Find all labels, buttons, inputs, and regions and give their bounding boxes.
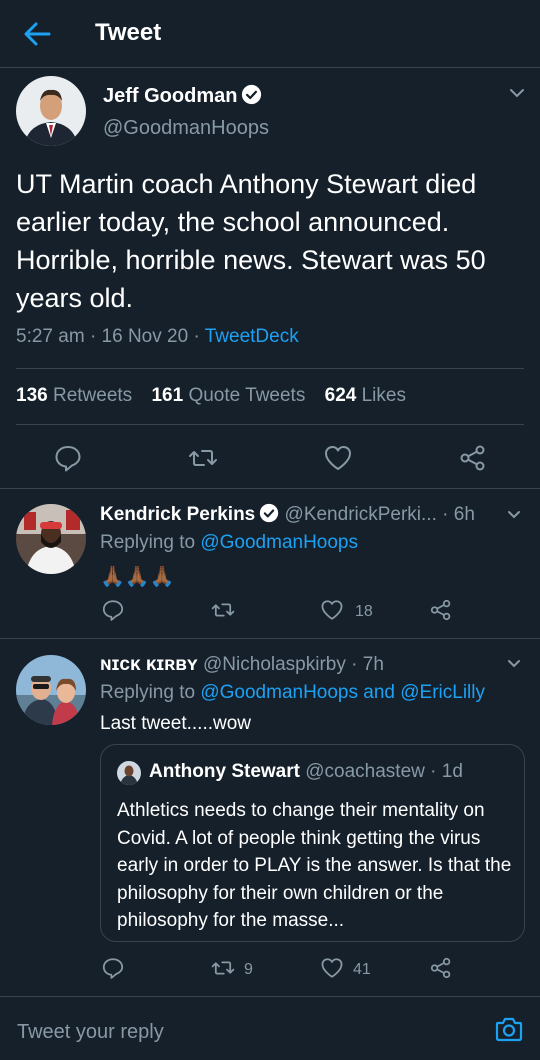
reply-text: Last tweet.....wow: [100, 713, 252, 734]
avatar[interactable]: [16, 655, 86, 725]
like-count[interactable]: 18: [355, 603, 373, 621]
chevron-down-icon[interactable]: [508, 86, 526, 100]
page-title: Tweet: [95, 19, 162, 46]
verified-badge-icon: [242, 84, 262, 105]
reply-text: 🙏🏾🙏🏾🙏🏾: [100, 566, 175, 588]
verified-badge-icon: [260, 503, 279, 523]
avatar[interactable]: [16, 504, 86, 574]
author-handle[interactable]: @KendrickPerki...: [285, 504, 437, 525]
tweet-meta: 5:27 am · 16 Nov 20 · TweetDeck: [16, 326, 299, 348]
author-name[interactable]: ɴɪᴄᴋ ᴋɪʀʙʏ: [100, 654, 198, 675]
divider: [16, 424, 524, 425]
likes-count[interactable]: 624: [325, 385, 357, 406]
chevron-down-icon[interactable]: [506, 509, 522, 521]
tweet-time: 5:27 am: [16, 326, 85, 347]
reply-composer: Tweet your reply: [0, 996, 540, 1060]
tweet-date: 16 Nov 20: [101, 326, 189, 347]
tweet-source-link[interactable]: TweetDeck: [205, 326, 299, 347]
author-handle[interactable]: @Nicholaspkirby: [203, 654, 346, 675]
divider: [0, 488, 540, 489]
reply-icon[interactable]: [53, 443, 83, 473]
like-heart-icon[interactable]: [320, 598, 344, 622]
like-heart-icon[interactable]: [323, 443, 353, 473]
mention-link[interactable]: @GoodmanHoops and @EricLilly: [200, 682, 485, 703]
separator: ·: [351, 654, 358, 675]
author-handle[interactable]: @GoodmanHoops: [103, 117, 269, 140]
tweet-text: UT Martin coach Anthony Stewart died ear…: [16, 169, 486, 313]
author-name: Anthony Stewart: [149, 761, 300, 782]
quote-tweets-label[interactable]: Quote Tweets: [188, 385, 305, 406]
chevron-down-icon[interactable]: [506, 658, 522, 670]
camera-icon[interactable]: [494, 1015, 524, 1043]
replying-to: Replying to @GoodmanHoops: [100, 532, 358, 553]
share-icon[interactable]: [429, 956, 453, 980]
divider: [0, 638, 540, 639]
quoted-tweet-header: Anthony Stewart @coachastew · 1d: [149, 761, 463, 783]
retweet-icon[interactable]: [211, 956, 235, 980]
author-name[interactable]: Kendrick Perkins: [100, 504, 255, 525]
tweet-time: 1d: [441, 761, 463, 782]
like-heart-icon[interactable]: [320, 956, 344, 980]
back-arrow-icon[interactable]: [22, 20, 52, 48]
reply-header: Kendrick Perkins @KendrickPerki... · 6h: [100, 503, 475, 526]
reply-header: ɴɪᴄᴋ ᴋɪʀʙʏ @Nicholaspkirby · 7h: [100, 654, 384, 676]
quoted-tweet-text: Athletics needs to change their mentalit…: [117, 800, 512, 931]
avatar[interactable]: [16, 76, 86, 146]
tweet-time: 6h: [453, 504, 475, 525]
mention-link[interactable]: @GoodmanHoops: [200, 532, 358, 553]
separator: ·: [442, 504, 449, 525]
share-icon[interactable]: [429, 598, 453, 622]
share-icon[interactable]: [458, 443, 488, 473]
tweet-stats: 136 Retweets 161 Quote Tweets 624 Likes: [16, 385, 420, 407]
reply-icon[interactable]: [101, 598, 125, 622]
reply-input[interactable]: Tweet your reply: [17, 1021, 164, 1044]
separator: ·: [430, 761, 437, 782]
divider: [16, 368, 524, 369]
author-name[interactable]: Jeff Goodman: [103, 84, 262, 108]
separator: ·: [193, 326, 200, 347]
retweet-icon[interactable]: [188, 443, 218, 473]
retweets-label[interactable]: Retweets: [53, 385, 132, 406]
quoted-tweet[interactable]: Anthony Stewart @coachastew · 1d Athleti…: [100, 744, 525, 942]
likes-label[interactable]: Likes: [362, 385, 406, 406]
like-count[interactable]: 41: [353, 961, 371, 979]
separator: ·: [89, 326, 97, 347]
replying-to: Replying to @GoodmanHoops and @EricLilly: [100, 682, 485, 703]
retweet-count[interactable]: 9: [244, 961, 253, 979]
top-bar: Tweet: [0, 0, 540, 68]
reply-icon[interactable]: [101, 956, 125, 980]
tweet-time: 7h: [362, 654, 384, 675]
retweets-count[interactable]: 136: [16, 385, 48, 406]
author-handle: @coachastew: [305, 761, 425, 782]
avatar: [117, 761, 141, 785]
quote-tweets-count[interactable]: 161: [151, 385, 183, 406]
retweet-icon[interactable]: [211, 598, 235, 622]
